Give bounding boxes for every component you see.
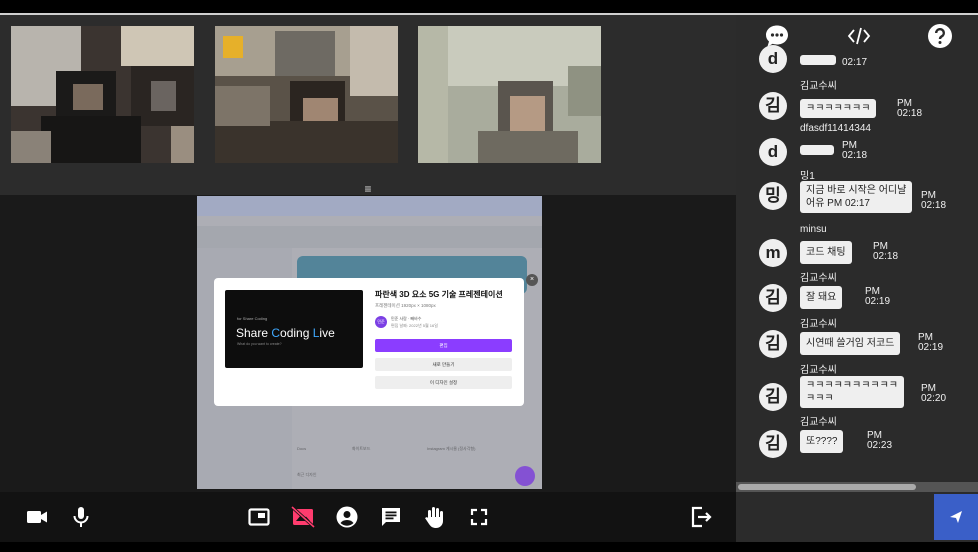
message-bubble <box>800 55 836 65</box>
sender-name: dfasdf11414344 <box>800 123 871 134</box>
sender-name: 김교수씨 <box>800 417 837 428</box>
code-icon[interactable] <box>846 23 872 49</box>
send-button[interactable] <box>934 494 978 540</box>
message-time: PM 02:19 <box>865 286 891 307</box>
video-tile-participant-3[interactable] <box>418 26 601 163</box>
avatar: 김 <box>759 383 787 411</box>
design-dimensions: 프레젠테이션 1920px × 1080px <box>375 303 436 308</box>
edit-button[interactable]: 편집 <box>375 339 512 352</box>
design-author: 민준 사람 · 빼바수 <box>391 316 422 321</box>
message-time: PM 02:23 <box>867 430 893 451</box>
message-bubble: 시연때 쓸거임 저코드 <box>800 332 901 355</box>
sender-name: 김교수씨 <box>800 81 837 92</box>
help-icon[interactable] <box>927 23 953 49</box>
design-date: 편집 날짜: 2022년 5월 16일 <box>391 323 438 328</box>
new-design-button[interactable]: 새로 만들기 <box>375 358 512 371</box>
avatar: 김 <box>759 284 787 312</box>
chat-panel: d 02:17 김교수씨 김 ㅋㅋㅋㅋㅋㅋㅋ PM 02:18 dfasdf114… <box>736 15 978 492</box>
sender-name: minsu <box>800 224 827 235</box>
video-off-icon[interactable] <box>291 505 315 529</box>
design-preview: for Share Coding Share Coding Live What … <box>225 290 363 368</box>
chat-input[interactable] <box>736 492 936 542</box>
message-bubble: 또???? <box>800 430 844 453</box>
preview-subtitle: What do you want to create? <box>237 342 282 346</box>
message-time: PM 02:18 <box>897 98 923 119</box>
screen-share-icon[interactable] <box>247 505 271 529</box>
design-settings-button[interactable]: 이 디자인 설정 <box>375 376 512 389</box>
message-time: PM 02:18 <box>842 140 868 161</box>
account-icon[interactable] <box>335 505 359 529</box>
menu-icon[interactable]: ≡ <box>361 182 375 196</box>
message-time: PM 02:20 <box>921 383 947 404</box>
preview-title: Share Coding Live <box>236 326 335 340</box>
top-bar <box>0 0 978 14</box>
message-time: 02:17 <box>842 57 868 68</box>
avatar: 밍 <box>759 182 787 210</box>
avatar: m <box>759 239 787 267</box>
message-bubble: 지금 바로 시작은 어디냘 어유 PM 02:17 <box>800 181 913 213</box>
chat-input-bar <box>736 492 978 542</box>
message-bubble: ㅋㅋㅋㅋㅋㅋㅋㅋㅋㅋ ㅋㅋㅋ <box>800 376 904 408</box>
design-modal: for Share Coding Share Coding Live What … <box>214 278 524 406</box>
main-stage: ≡ Docs 화이트보드 Instagram 게시물 (정사각형) 최근 디자인… <box>0 15 736 492</box>
raise-hand-icon[interactable] <box>423 505 447 529</box>
call-toolbar <box>0 492 736 542</box>
message-bubble: 코드 채팅 <box>800 241 852 264</box>
preview-caption: for Share Coding <box>237 316 268 321</box>
exit-icon[interactable] <box>689 505 713 529</box>
design-title: 파란색 3D 요소 5G 기술 프레젠테이션 <box>375 290 503 299</box>
avatar: d <box>759 138 787 166</box>
close-icon[interactable]: × <box>526 274 538 286</box>
message-time: PM 02:18 <box>873 241 899 262</box>
camera-icon[interactable] <box>25 505 49 529</box>
author-avatar: 민준 <box>375 316 387 328</box>
message-bubble: 잘 돼요 <box>800 286 843 309</box>
sender-name: 김교수씨 <box>800 365 837 376</box>
avatar: 김 <box>759 92 787 120</box>
message-list[interactable]: d 02:17 김교수씨 김 ㅋㅋㅋㅋㅋㅋㅋ PM 02:18 dfasdf114… <box>736 45 978 481</box>
video-strip <box>0 15 736 195</box>
sender-name: 김교수씨 <box>800 319 837 330</box>
mic-icon[interactable] <box>69 505 93 529</box>
fullscreen-icon[interactable] <box>467 505 491 529</box>
avatar: d <box>759 45 787 73</box>
chat-icon[interactable] <box>379 505 403 529</box>
message-bubble <box>800 145 834 155</box>
video-tile-participant-1[interactable] <box>11 26 194 163</box>
sender-name: 김교수씨 <box>800 273 837 284</box>
avatar: 김 <box>759 430 787 458</box>
send-icon <box>950 511 962 523</box>
video-tile-participant-2[interactable] <box>215 26 398 163</box>
avatar: 김 <box>759 330 787 358</box>
message-time: PM 02:19 <box>918 332 944 353</box>
message-time: PM 02:18 <box>921 190 947 211</box>
message-bubble: ㅋㅋㅋㅋㅋㅋㅋ <box>800 99 877 118</box>
sender-name: 밍1 <box>800 171 815 182</box>
shared-screen: Docs 화이트보드 Instagram 게시물 (정사각형) 최근 디자인 f… <box>197 196 542 489</box>
scrollbar-thumb[interactable] <box>738 484 916 490</box>
horizontal-scrollbar[interactable] <box>736 482 978 492</box>
bottom-bar <box>0 542 978 552</box>
